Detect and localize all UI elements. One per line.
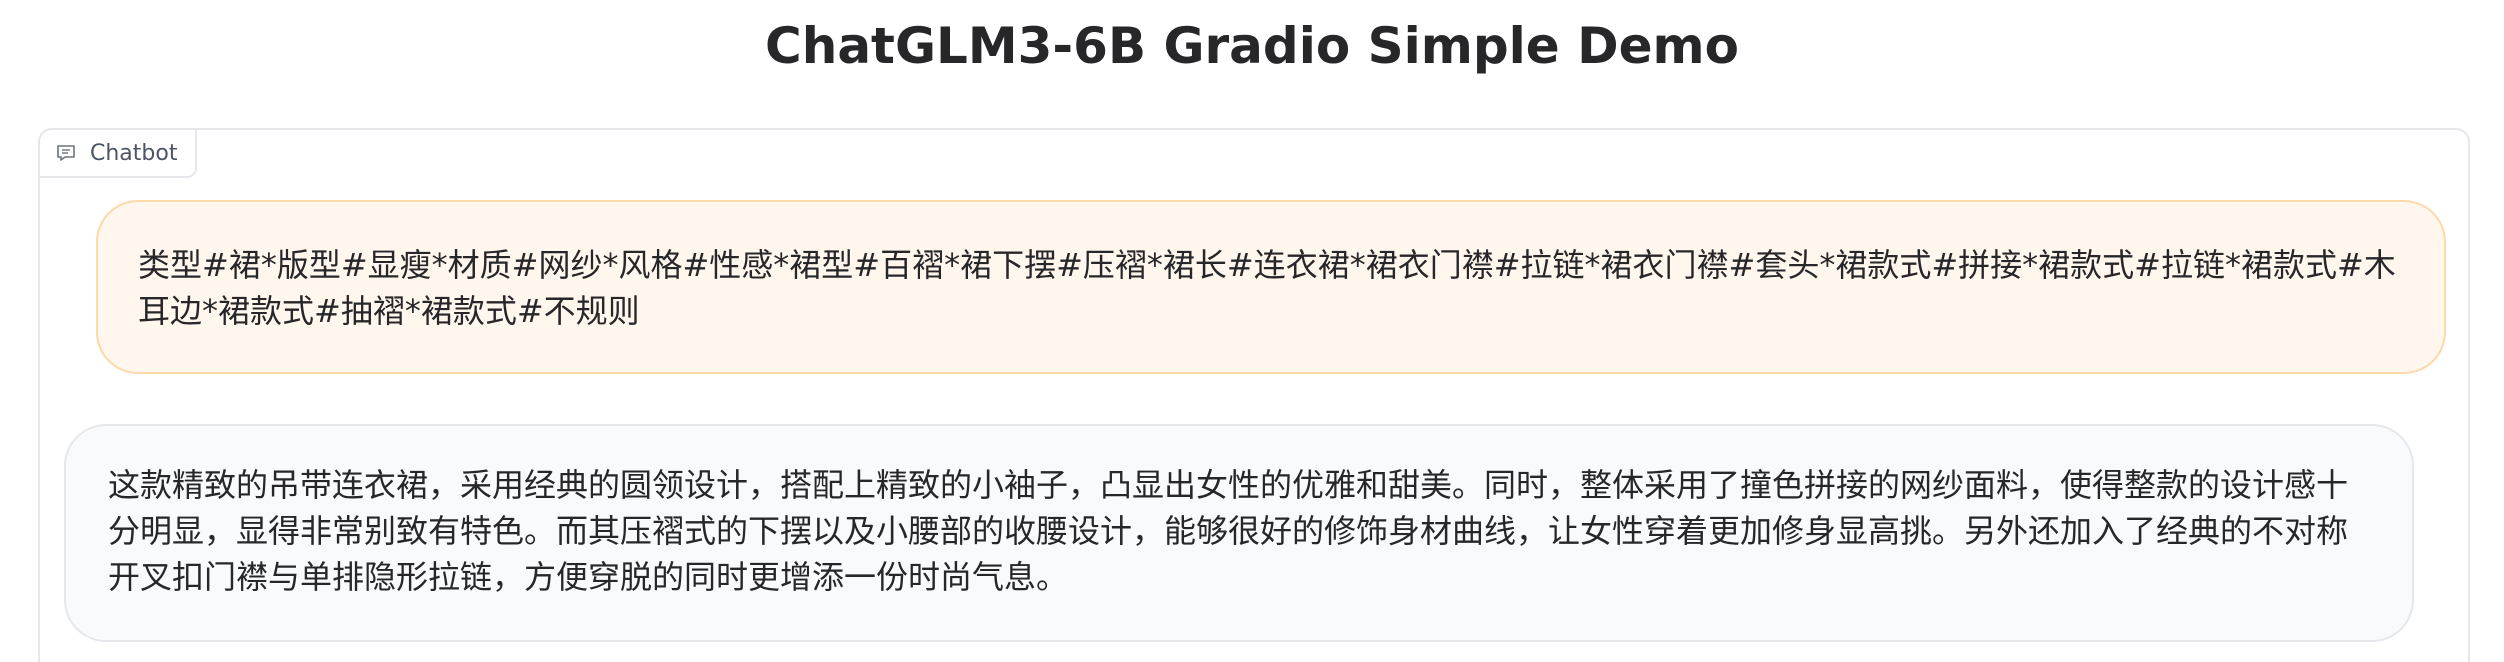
user-message: 类型#裙*版型#显瘦*材质#网纱*风格#性感*裙型#百褶*裙下摆#压褶*裙长#连… bbox=[96, 200, 2446, 374]
assistant-message-text: 这款精致的吊带连衣裙，采用经典的圆领设计，搭配上精致的小袖子，凸显出女性的优雅和… bbox=[108, 466, 2349, 596]
page-title: ChatGLM3-6B Gradio Simple Demo bbox=[765, 17, 1739, 75]
chat-icon bbox=[57, 145, 75, 161]
assistant-message: 这款精致的吊带连衣裙，采用经典的圆领设计，搭配上精致的小袖子，凸显出女性的优雅和… bbox=[64, 424, 2414, 642]
user-message-text: 类型#裙*版型#显瘦*材质#网纱*风格#性感*裙型#百褶*裙下摆#压褶*裙长#连… bbox=[138, 246, 2396, 330]
chatbot-label-text: Chatbot bbox=[90, 140, 178, 166]
page: ChatGLM3-6B Gradio Simple Demo Chatbot 类… bbox=[0, 0, 2504, 662]
chatbot-label-tab: Chatbot bbox=[38, 128, 198, 178]
